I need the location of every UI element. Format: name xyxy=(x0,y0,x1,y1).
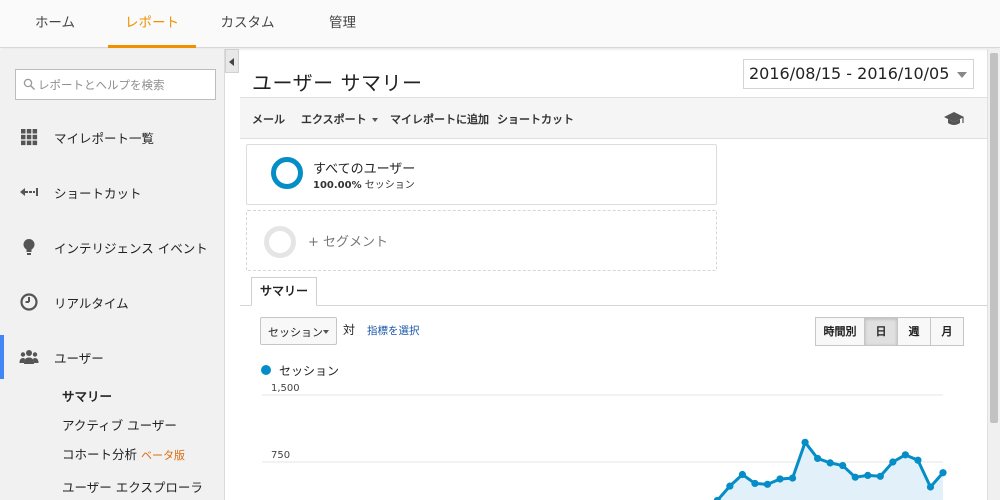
search-icon xyxy=(23,78,36,91)
search-input[interactable] xyxy=(38,71,213,98)
segment-pct-label: セッション xyxy=(364,180,415,191)
legend-label: セッション xyxy=(279,364,340,378)
data-point[interactable] xyxy=(926,483,935,491)
scrollbar-thumb[interactable] xyxy=(990,53,998,423)
data-point[interactable] xyxy=(889,458,897,466)
lightbulb-icon xyxy=(23,239,35,255)
data-point[interactable] xyxy=(901,451,909,459)
beta-badge: ベータ版 xyxy=(141,449,186,462)
tab-reports[interactable]: レポート xyxy=(108,0,196,48)
period-week-button[interactable]: 週 xyxy=(897,317,931,346)
sidebar-item-intelligence[interactable]: インテリジェンス イベント xyxy=(0,227,225,267)
segment-all-users[interactable]: すべてのユーザー 100.00% セッション xyxy=(246,144,717,205)
y-tick-label: 1,500 xyxy=(271,383,300,394)
vs-label: 対 xyxy=(343,323,356,337)
tab-summary[interactable]: サマリー xyxy=(251,277,317,306)
grid-icon xyxy=(21,129,38,146)
caret-down-icon xyxy=(323,330,329,334)
sidebar-subitem-label: コホート分析 xyxy=(62,447,138,462)
period-month-button[interactable]: 月 xyxy=(930,317,964,346)
shortcut-arrow-icon xyxy=(20,188,38,196)
search-box[interactable] xyxy=(15,69,216,100)
email-button[interactable]: メール xyxy=(252,111,285,127)
data-point[interactable] xyxy=(814,454,822,463)
sidebar-item-shortcuts[interactable]: ショートカット xyxy=(0,172,225,212)
sidebar-item-label: ショートカット xyxy=(54,186,142,201)
data-point[interactable] xyxy=(839,461,847,470)
sidebar-subitem-overview[interactable]: サマリー xyxy=(62,386,112,405)
metric-select-value: セッション xyxy=(268,326,323,339)
legend-marker xyxy=(261,365,271,375)
data-point[interactable] xyxy=(788,474,797,482)
data-point[interactable] xyxy=(864,471,872,479)
sidebar-subitem-user-explorer[interactable]: ユーザー エクスプローラ xyxy=(62,477,203,496)
data-point[interactable] xyxy=(776,475,784,483)
sidebar-item-label: インテリジェンス イベント xyxy=(54,241,208,256)
sidebar-subitem-active-users[interactable]: アクティブ ユーザー xyxy=(62,415,177,434)
segment-ring-placeholder-icon xyxy=(264,226,296,258)
period-day-button[interactable]: 日 xyxy=(864,317,898,346)
sidebar: マイレポート一覧 ショートカット インテリジェンス イベント リアルタイム xyxy=(0,49,225,500)
collapse-sidebar-button[interactable] xyxy=(225,49,239,73)
sidebar-item-realtime[interactable]: リアルタイム xyxy=(0,282,225,322)
data-point[interactable] xyxy=(801,438,809,446)
period-hourly-button[interactable]: 時間別 xyxy=(815,317,865,346)
data-point[interactable] xyxy=(751,479,759,488)
page-title: ユーザー サマリー xyxy=(252,71,423,95)
caret-down-icon xyxy=(371,118,378,122)
add-segment-button[interactable]: + セグメント xyxy=(246,210,717,271)
tabs-divider xyxy=(240,305,987,306)
segment-ring-icon xyxy=(271,157,303,189)
export-button[interactable]: エクスポート xyxy=(301,111,378,127)
y-tick-label: 750 xyxy=(271,450,290,461)
chevron-down-icon xyxy=(954,68,970,82)
data-point[interactable] xyxy=(914,456,922,464)
data-point[interactable] xyxy=(726,482,734,490)
data-point[interactable] xyxy=(738,470,747,479)
sidebar-item-dashboards[interactable]: マイレポート一覧 xyxy=(0,117,225,157)
shortcut-button[interactable]: ショートカット xyxy=(497,111,574,127)
data-point[interactable] xyxy=(826,459,834,467)
graduation-cap-icon[interactable] xyxy=(943,110,965,128)
data-point[interactable] xyxy=(939,469,947,477)
data-point[interactable] xyxy=(763,480,772,488)
segment-name: すべてのユーザー xyxy=(313,162,416,177)
clock-icon xyxy=(20,293,38,311)
export-label: エクスポート xyxy=(301,113,367,126)
tab-customize[interactable]: カスタム xyxy=(205,0,290,48)
date-range-picker[interactable]: 2016/08/15 - 2016/10/05 xyxy=(743,59,974,89)
sidebar-item-label: マイレポート一覧 xyxy=(54,131,155,146)
main-content: ユーザー サマリー 2016/08/15 - 2016/10/05 メール エク… xyxy=(240,49,987,500)
scrollbar[interactable] xyxy=(987,49,1000,500)
sidebar-subitem-cohort[interactable]: コホート分析 ベータ版 xyxy=(62,444,185,463)
users-icon xyxy=(19,350,39,364)
segment-pct-value: 100.00% xyxy=(313,180,362,191)
date-range-value: 2016/08/15 - 2016/10/05 xyxy=(749,64,950,83)
add-segment-label: + セグメント xyxy=(308,235,389,250)
tab-home[interactable]: ホーム xyxy=(20,0,90,48)
select-metric-link[interactable]: 指標を選択 xyxy=(367,323,420,338)
top-nav: ホーム レポート カスタム 管理 xyxy=(0,0,1000,48)
metric-select[interactable]: セッション xyxy=(260,317,337,345)
sidebar-item-label: ユーザー xyxy=(54,351,104,366)
sessions-chart: 1,500 750 xyxy=(262,383,947,500)
data-point[interactable] xyxy=(876,472,884,480)
report-toolbar: メール エクスポート マイレポートに追加 ショートカット xyxy=(240,97,987,139)
segment-percentage: 100.00% セッション xyxy=(313,176,415,191)
data-point[interactable] xyxy=(851,473,859,481)
add-to-dashboard-button[interactable]: マイレポートに追加 xyxy=(390,111,489,127)
tab-admin[interactable]: 管理 xyxy=(310,0,375,48)
sidebar-item-label: リアルタイム xyxy=(54,296,129,311)
sidebar-item-audience[interactable]: ユーザー xyxy=(0,335,225,379)
